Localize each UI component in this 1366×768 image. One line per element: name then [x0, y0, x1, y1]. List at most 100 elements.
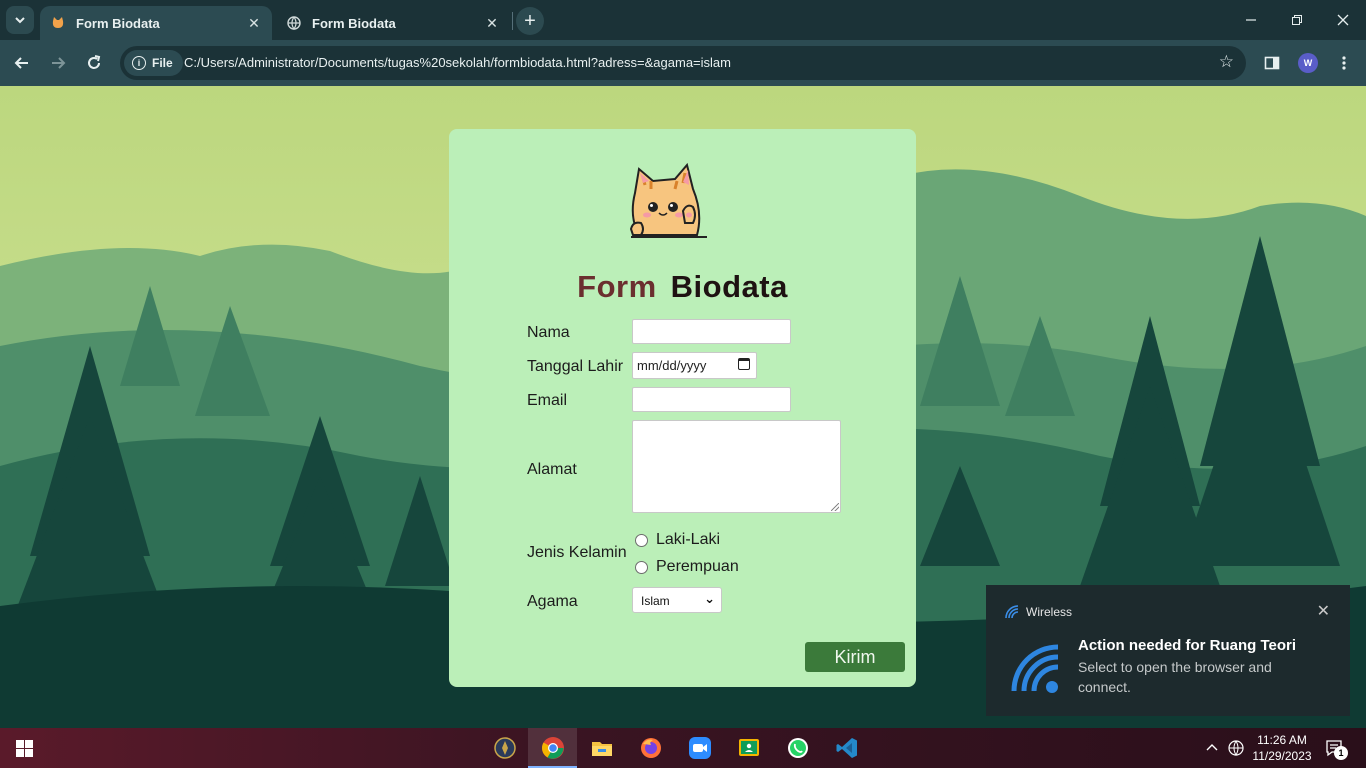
url-text[interactable]: C:/Users/Administrator/Documents/tugas%2…: [184, 55, 731, 70]
new-tab-button[interactable]: +: [516, 7, 544, 35]
reload-icon: [88, 55, 101, 69]
form-title: Form Biodata: [449, 269, 916, 305]
profile-button[interactable]: W: [1294, 49, 1322, 77]
biodata-form-card: Form Biodata Nama Tanggal Lahir mm/dd/yyy…: [449, 129, 916, 687]
avatar: W: [1298, 53, 1318, 73]
wifi-small-icon: [1005, 605, 1019, 619]
tab-form-biodata-active[interactable]: Form Biodata ✕: [40, 6, 272, 40]
notification-count-badge: 1: [1334, 746, 1348, 760]
chevron-up-icon: [1206, 744, 1218, 751]
forward-button[interactable]: [44, 49, 72, 77]
toast-title: Action needed for Ruang Teori: [1078, 637, 1297, 654]
nama-input[interactable]: [632, 319, 791, 344]
calendar-icon[interactable]: [738, 358, 750, 370]
site-chip-label: File: [152, 56, 173, 70]
close-icon: [1337, 14, 1349, 26]
taskbar-app-file-explorer[interactable]: [577, 728, 626, 768]
radio-perempuan[interactable]: Perempuan: [635, 558, 739, 576]
resize-grip-icon[interactable]: [831, 503, 839, 511]
radio-laki-laki[interactable]: Laki-Laki: [635, 531, 720, 549]
close-tab-icon[interactable]: ✕: [484, 15, 500, 31]
restore-button[interactable]: [1274, 0, 1320, 40]
start-button[interactable]: [0, 728, 48, 768]
address-bar[interactable]: i File C:/Users/Administrator/Documents/…: [120, 46, 1246, 80]
label-jenis-kelamin: Jenis Kelamin: [527, 544, 627, 561]
plus-icon: +: [524, 9, 536, 32]
label-alamat: Alamat: [527, 461, 577, 478]
radio-label: Laki-Laki: [656, 531, 721, 548]
zoom-icon: [688, 737, 711, 759]
wifi-icon: [1011, 644, 1059, 693]
globe-icon: [1228, 740, 1244, 756]
chrome-icon: [541, 737, 564, 759]
taskbar-app-chrome[interactable]: [528, 728, 577, 768]
agama-select[interactable]: Islam ⌄: [632, 587, 722, 613]
arrow-right-icon: [52, 57, 66, 69]
clock-date: 11/29/2023: [1252, 749, 1312, 763]
windows-logo-icon: [15, 739, 33, 757]
windows-taskbar: 11:26 AM 11/29/2023 1: [0, 728, 1366, 768]
wireless-notification-toast[interactable]: Wireless ✕ Action needed for Ruang Teori…: [986, 585, 1350, 716]
taskbar-app-vscode[interactable]: [822, 728, 871, 768]
toast-app-name: Wireless: [1026, 605, 1073, 619]
tab-search-button[interactable]: [6, 6, 34, 34]
show-hidden-icons-button[interactable]: [1200, 728, 1224, 768]
taskbar-app-zoom[interactable]: [675, 728, 724, 768]
alamat-textarea[interactable]: [632, 420, 841, 513]
browser-tab-strip: Form Biodata ✕ Form Biodata ✕ +: [0, 0, 1366, 40]
taskbar-app-classroom[interactable]: [724, 728, 773, 768]
toast-body: Select to open the browser and connect.: [1078, 659, 1272, 695]
reload-button[interactable]: [80, 49, 108, 77]
tanggal-lahir-date-input[interactable]: mm/dd/yyyy: [632, 352, 757, 379]
kebab-menu-icon: [1342, 56, 1346, 70]
date-placeholder: mm/dd/yyyy: [637, 358, 707, 373]
bookmark-star-icon[interactable]: ☆: [1219, 52, 1234, 72]
taskbar-app-whatsapp[interactable]: [773, 728, 822, 768]
tab-form-biodata[interactable]: Form Biodata ✕: [276, 6, 510, 40]
taskbar-app-firefox[interactable]: [626, 728, 675, 768]
kirim-button[interactable]: Kirim: [805, 642, 905, 672]
close-window-button[interactable]: [1320, 0, 1366, 40]
label-nama: Nama: [527, 324, 570, 341]
system-clock[interactable]: 11:26 AM 11/29/2023: [1248, 732, 1316, 764]
title-biodata-word: Biodata: [670, 269, 788, 304]
tab-title: Form Biodata: [76, 15, 160, 31]
label-tanggal-lahir: Tanggal Lahir: [527, 358, 624, 375]
taskbar-app-emblem[interactable]: [480, 728, 529, 768]
side-panel-icon: [1264, 56, 1280, 70]
title-form-word: Form: [577, 269, 657, 304]
chevron-down-icon: ⌄: [704, 591, 715, 606]
label-email: Email: [527, 392, 568, 409]
radio-button[interactable]: [635, 533, 648, 547]
label-agama: Agama: [527, 593, 578, 610]
cat-favicon-icon: [50, 15, 66, 31]
emblem-icon: [493, 737, 516, 759]
arrow-left-icon: [14, 57, 28, 69]
email-input[interactable]: [632, 387, 791, 412]
site-info-chip[interactable]: i File: [124, 50, 183, 76]
globe-icon: [286, 15, 302, 31]
back-button[interactable]: [8, 49, 36, 77]
minimize-button[interactable]: [1228, 0, 1274, 40]
side-panel-button[interactable]: [1258, 49, 1286, 77]
browser-menu-button[interactable]: [1330, 49, 1358, 77]
tab-title: Form Biodata: [312, 15, 396, 31]
close-tab-icon[interactable]: ✕: [246, 15, 262, 31]
close-icon[interactable]: ✕: [1317, 601, 1330, 621]
clock-time: 11:26 AM: [1257, 733, 1307, 747]
firefox-icon: [640, 738, 661, 758]
radio-button[interactable]: [635, 560, 648, 574]
tab-divider: [512, 12, 513, 30]
agama-selected-value: Islam: [641, 594, 670, 608]
vscode-icon: [836, 738, 857, 758]
radio-label: Perempuan: [656, 558, 739, 575]
minimize-icon: [1246, 19, 1256, 21]
folder-icon: [591, 742, 612, 756]
chevron-down-icon: [15, 17, 25, 24]
restore-icon: [1292, 15, 1302, 25]
network-button[interactable]: [1224, 728, 1248, 768]
google-classroom-icon: [738, 739, 759, 756]
browser-toolbar: i File C:/Users/Administrator/Documents/…: [0, 40, 1366, 86]
info-icon: i: [132, 56, 146, 70]
whatsapp-icon: [787, 738, 808, 758]
